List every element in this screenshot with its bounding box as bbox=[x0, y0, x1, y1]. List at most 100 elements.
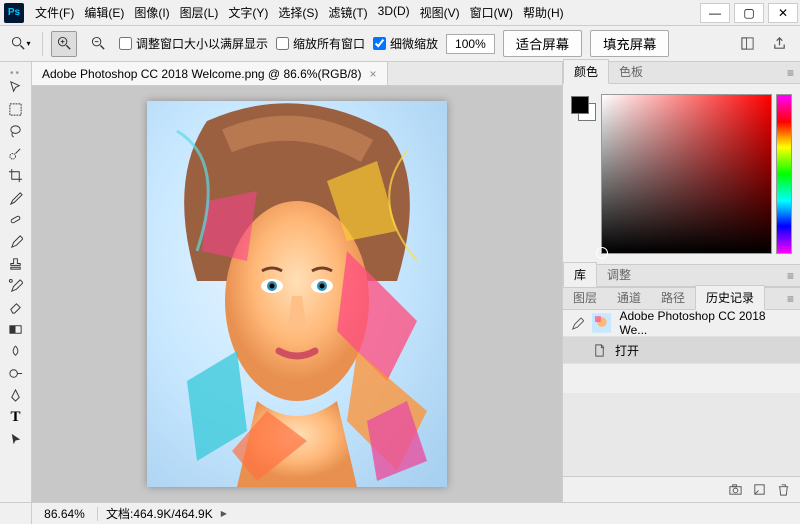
lasso-tool[interactable] bbox=[4, 121, 28, 142]
canvas[interactable] bbox=[147, 101, 447, 487]
blur-tool[interactable] bbox=[4, 341, 28, 362]
panels: 颜色色板 ≡ 库调整 ≡ 图层通道路径历史记录 ≡ Adobe Photoshop C… bbox=[562, 62, 800, 502]
canvas-viewport[interactable] bbox=[32, 86, 562, 502]
history-row[interactable]: Adobe Photoshop CC 2018 We... bbox=[563, 310, 800, 337]
foreground-color-swatch[interactable] bbox=[571, 96, 589, 114]
zoom-all-label: 缩放所有窗口 bbox=[293, 35, 365, 52]
minimize-button[interactable]: — bbox=[700, 3, 730, 23]
dodge-tool[interactable] bbox=[4, 363, 28, 384]
menu-bar: 文件(F)编辑(E)图像(I)图层(L)文字(Y)选择(S)滤镜(T)3D(D)… bbox=[30, 0, 569, 25]
zoom-out-icon[interactable] bbox=[85, 31, 111, 57]
panel-tab[interactable]: 路径 bbox=[651, 286, 695, 309]
status-zoom[interactable]: 86.64% bbox=[32, 507, 98, 521]
hue-slider[interactable] bbox=[776, 94, 792, 254]
panel-tab[interactable]: 通道 bbox=[607, 286, 651, 309]
menu-item[interactable]: 视图(V) bbox=[415, 0, 465, 25]
document-area: Adobe Photoshop CC 2018 Welcome.png @ 86… bbox=[32, 62, 562, 502]
zoom-in-icon[interactable] bbox=[51, 31, 77, 57]
canvas-image bbox=[147, 101, 447, 487]
menu-item[interactable]: 图像(I) bbox=[129, 0, 174, 25]
document-tabs: Adobe Photoshop CC 2018 Welcome.png @ 86… bbox=[32, 62, 562, 86]
brush-tool[interactable] bbox=[4, 231, 28, 252]
foreground-background-swatch[interactable] bbox=[571, 96, 597, 122]
zoom-value[interactable]: 100% bbox=[446, 34, 495, 54]
layer-panel-tabs: 图层通道路径历史记录 ≡ bbox=[563, 288, 800, 310]
trash-icon[interactable] bbox=[772, 480, 794, 500]
mid-panel-tabs: 库调整 ≡ bbox=[563, 265, 800, 287]
brush-icon bbox=[569, 316, 584, 331]
resize-window-checkbox[interactable]: 调整窗口大小以满屏显示 bbox=[119, 35, 268, 52]
close-tab-icon[interactable]: × bbox=[369, 67, 376, 81]
panel-empty-area bbox=[563, 393, 800, 476]
color-panel-tabs: 颜色色板 ≡ bbox=[563, 62, 800, 84]
toolbox-grip[interactable]: •• bbox=[6, 68, 26, 73]
title-bar: Ps 文件(F)编辑(E)图像(I)图层(L)文字(Y)选择(S)滤镜(T)3D… bbox=[0, 0, 800, 26]
menu-item[interactable]: 3D(D) bbox=[373, 0, 415, 25]
crop-tool[interactable] bbox=[4, 165, 28, 186]
panel-footer bbox=[563, 476, 800, 502]
panel-tab[interactable]: 色板 bbox=[609, 60, 653, 83]
resize-window-label: 调整窗口大小以满屏显示 bbox=[136, 35, 268, 52]
main-content: •• T Adobe Photoshop CC 2018 Welcome.png… bbox=[0, 62, 800, 502]
new-icon[interactable] bbox=[748, 480, 770, 500]
eyedropper-tool[interactable] bbox=[4, 187, 28, 208]
move-tool[interactable] bbox=[4, 77, 28, 98]
panel-tab[interactable]: 颜色 bbox=[563, 59, 609, 84]
history-brush-tool[interactable] bbox=[4, 275, 28, 296]
marquee-tool[interactable] bbox=[4, 99, 28, 120]
healing-brush-tool[interactable] bbox=[4, 209, 28, 230]
history-row[interactable]: 打开 bbox=[563, 337, 800, 364]
menu-item[interactable]: 帮助(H) bbox=[518, 0, 569, 25]
share-icon[interactable] bbox=[766, 31, 792, 57]
layer-section: 图层通道路径历史记录 ≡ Adobe Photoshop CC 2018 We..… bbox=[563, 288, 800, 502]
color-field[interactable] bbox=[601, 94, 772, 254]
fill-screen-button[interactable]: 填充屏幕 bbox=[590, 30, 669, 57]
document-tab-title: Adobe Photoshop CC 2018 Welcome.png @ 86… bbox=[42, 67, 361, 81]
pen-tool[interactable] bbox=[4, 385, 28, 406]
history-label: 打开 bbox=[615, 342, 639, 359]
panel-tab[interactable]: 调整 bbox=[597, 263, 641, 286]
color-panel bbox=[563, 84, 800, 264]
path-select-tool[interactable] bbox=[4, 429, 28, 450]
history-label: Adobe Photoshop CC 2018 We... bbox=[619, 309, 794, 337]
panel-menu-icon[interactable]: ≡ bbox=[781, 289, 800, 309]
quick-select-tool[interactable] bbox=[4, 143, 28, 164]
history-panel: Adobe Photoshop CC 2018 We... 打开 bbox=[563, 310, 800, 393]
app-logo: Ps bbox=[4, 3, 24, 23]
document-icon bbox=[592, 343, 607, 358]
menu-item[interactable]: 窗口(W) bbox=[465, 0, 518, 25]
menu-item[interactable]: 选择(S) bbox=[273, 0, 323, 25]
menu-item[interactable]: 文字(Y) bbox=[223, 0, 273, 25]
panel-tab[interactable]: 历史记录 bbox=[695, 285, 765, 310]
divider bbox=[42, 32, 43, 56]
panel-tab[interactable]: 库 bbox=[563, 262, 597, 287]
text-tool[interactable]: T bbox=[4, 407, 28, 428]
menu-item[interactable]: 滤镜(T) bbox=[323, 0, 372, 25]
window-controls: — ▢ ✕ bbox=[698, 3, 800, 23]
artboard-icon[interactable] bbox=[734, 31, 760, 57]
toolbox: •• T bbox=[0, 62, 32, 502]
menu-item[interactable]: 图层(L) bbox=[175, 0, 224, 25]
status-flyout-icon[interactable]: ▶ bbox=[221, 509, 227, 518]
menu-item[interactable]: 文件(F) bbox=[30, 0, 79, 25]
status-doc-size: 文档:464.9K/464.9K bbox=[98, 505, 221, 522]
eraser-tool[interactable] bbox=[4, 297, 28, 318]
panel-tab[interactable]: 图层 bbox=[563, 286, 607, 309]
panel-menu-icon[interactable]: ≡ bbox=[781, 266, 800, 286]
history-thumbnail bbox=[592, 313, 612, 333]
close-button[interactable]: ✕ bbox=[768, 3, 798, 23]
zoom-tool-preset[interactable]: ▾ bbox=[8, 31, 34, 57]
gradient-tool[interactable] bbox=[4, 319, 28, 340]
scrubby-label: 细微缩放 bbox=[390, 35, 438, 52]
zoom-all-windows-checkbox[interactable]: 缩放所有窗口 bbox=[276, 35, 365, 52]
status-bar: 86.64% 文档:464.9K/464.9K ▶ bbox=[0, 502, 800, 524]
options-bar: ▾ 调整窗口大小以满屏显示 缩放所有窗口 细微缩放 100% 适合屏幕 填充屏幕 bbox=[0, 26, 800, 62]
fit-screen-button[interactable]: 适合屏幕 bbox=[503, 30, 582, 57]
document-tab[interactable]: Adobe Photoshop CC 2018 Welcome.png @ 86… bbox=[32, 62, 388, 85]
menu-item[interactable]: 编辑(E) bbox=[79, 0, 129, 25]
panel-menu-icon[interactable]: ≡ bbox=[781, 63, 800, 83]
maximize-button[interactable]: ▢ bbox=[734, 3, 764, 23]
scrubby-zoom-checkbox[interactable]: 细微缩放 bbox=[373, 35, 438, 52]
snapshot-icon[interactable] bbox=[724, 480, 746, 500]
stamp-tool[interactable] bbox=[4, 253, 28, 274]
